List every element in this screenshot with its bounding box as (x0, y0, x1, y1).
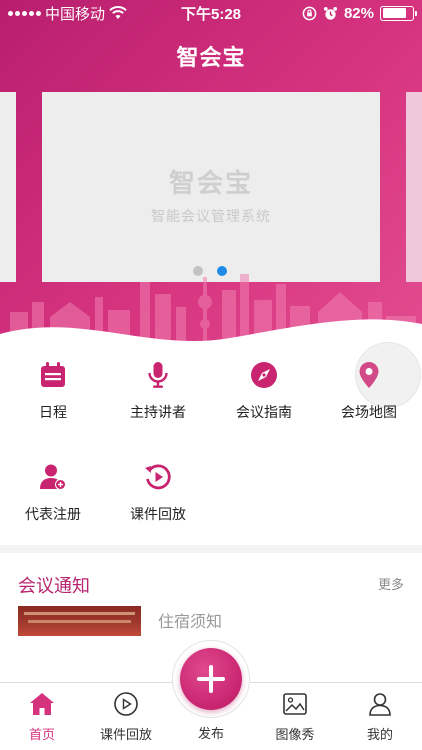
notice-item-title: 住宿须知 (158, 614, 223, 631)
battery-percent: 82% (343, 4, 374, 22)
banner-prev-slide[interactable] (0, 92, 16, 282)
menu-item-label: 课件回放 (130, 506, 186, 522)
menu-item-label: 代表注册 (25, 506, 81, 522)
user-icon (369, 693, 391, 716)
play-circle-icon (114, 692, 138, 716)
wifi-icon (109, 6, 127, 19)
calendar-icon (41, 362, 65, 387)
menu-item-schedule[interactable]: 日程 (0, 360, 106, 422)
notice-list-item[interactable]: 住宿须知 (0, 606, 422, 636)
battery-icon (380, 5, 417, 21)
carousel-dots (193, 266, 227, 276)
carrier-label: 中国移动 (45, 5, 106, 23)
tab-home[interactable]: 首页 (0, 691, 84, 743)
banner-title: 智会宝 (168, 168, 253, 199)
microphone-icon (148, 362, 168, 388)
menu-item-label: 日程 (39, 404, 67, 420)
status-bar: 中国移动 下午5:28 82% (0, 0, 422, 26)
app-title: 智会宝 (176, 45, 246, 70)
carousel-dot[interactable] (217, 266, 227, 276)
publish-button[interactable] (180, 648, 242, 710)
banner-next-slide[interactable] (406, 92, 422, 282)
notice-section-header: 会议通知 更多 (0, 568, 422, 598)
alarm-icon (323, 6, 338, 20)
status-left: 中国移动 (8, 3, 127, 24)
menu-item-venue-map[interactable]: 会场地图 (316, 360, 422, 422)
rotation-lock-icon (302, 6, 317, 20)
tab-courseware-replay[interactable]: 课件回放 (84, 691, 168, 743)
map-pin-icon (359, 362, 379, 388)
menu-item-label: 主持讲者 (130, 404, 186, 420)
menu-item-replay[interactable]: 课件回放 (105, 462, 211, 524)
notice-section-title: 会议通知 (18, 576, 90, 596)
battery-fill (382, 8, 407, 18)
notice-thumbnail (18, 606, 141, 636)
notice-more-link[interactable]: 更多 (378, 574, 404, 593)
tab-image-show[interactable]: 图像秀 (253, 691, 337, 743)
menu-item-registration[interactable]: 代表注册 (0, 462, 106, 524)
menu-item-guide[interactable]: 会议指南 (211, 360, 317, 422)
user-add-icon (40, 464, 66, 490)
banner-subtitle: 智能会议管理系统 (151, 207, 271, 224)
menu-item-speakers[interactable]: 主持讲者 (105, 360, 211, 422)
image-icon (283, 693, 307, 715)
header: 中国移动 下午5:28 82% 智会宝 智会宝 智能会议管理系统 (0, 0, 422, 345)
status-right: 82% (302, 4, 417, 22)
section-divider (0, 545, 422, 553)
tab-label: 图像秀 (275, 727, 315, 742)
tab-label: 首页 (28, 727, 55, 742)
tab-label: 课件回放 (99, 727, 152, 742)
tab-publish-label: 发布 (197, 726, 224, 741)
menu-item-label: 会议指南 (236, 404, 292, 420)
city-skyline-illustration (0, 274, 422, 345)
replay-icon (145, 464, 171, 490)
banner-carousel[interactable]: 智会宝 智能会议管理系统 (42, 92, 380, 282)
carousel-dot[interactable] (193, 266, 203, 276)
menu-item-label: 会场地图 (341, 404, 397, 420)
compass-icon (251, 362, 277, 388)
signal-icon (8, 10, 41, 16)
home-icon (30, 693, 54, 715)
tab-mine[interactable]: 我的 (338, 691, 422, 743)
tab-label: 我的 (366, 727, 393, 742)
